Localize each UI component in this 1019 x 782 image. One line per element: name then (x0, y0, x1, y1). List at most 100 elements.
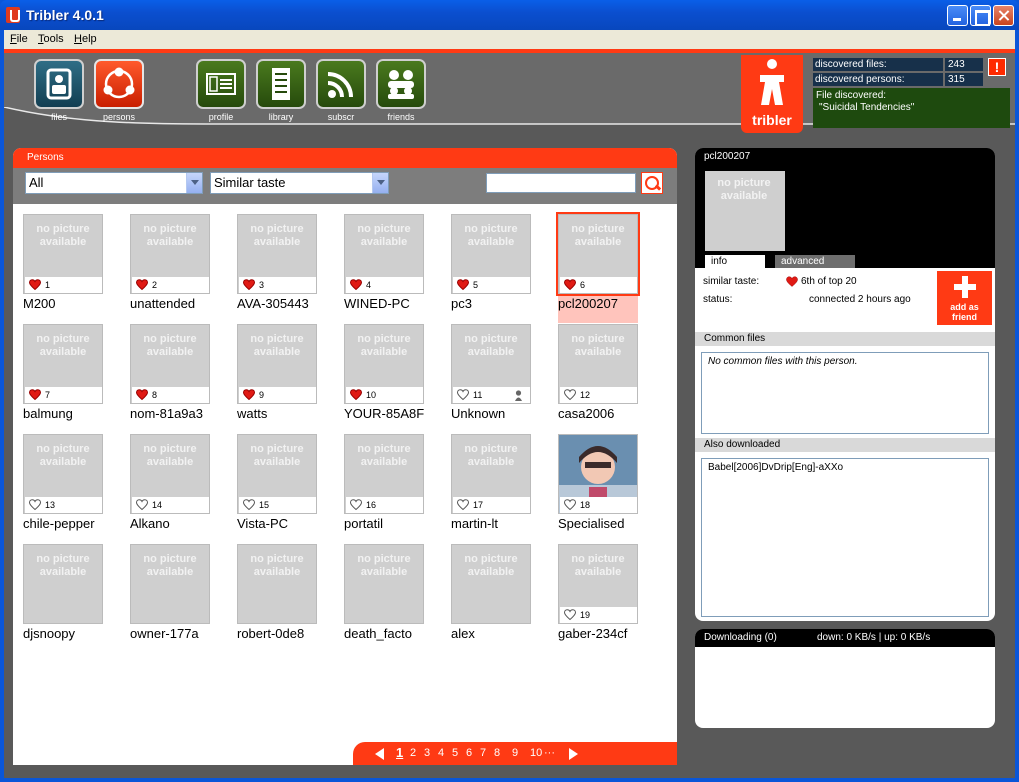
page-number[interactable]: 5 (452, 747, 458, 759)
common-files-list[interactable]: No common files with this person. (701, 352, 989, 434)
tab-info[interactable]: info (705, 255, 765, 268)
page-number[interactable]: 2 (410, 747, 416, 759)
person-name[interactable]: watts (237, 406, 335, 421)
person-tile[interactable]: no picture available 4 WINED-PC (344, 214, 444, 324)
subscriptions-button[interactable] (316, 59, 366, 109)
also-downloaded-list[interactable]: Babel[2006]DvDrip[Eng]-aXXo (701, 458, 989, 617)
close-button[interactable] (993, 5, 1014, 26)
person-tile[interactable]: no picture available 17 martin-lt (451, 434, 551, 544)
person-thumbnail[interactable]: no picture available 19 (558, 544, 638, 624)
person-tile[interactable]: 18 Specialised (558, 434, 658, 544)
person-name[interactable]: Vista-PC (237, 516, 335, 531)
search-input[interactable] (486, 173, 636, 193)
list-item[interactable]: Babel[2006]DvDrip[Eng]-aXXo (708, 462, 982, 473)
person-thumbnail[interactable]: no picture available 5 (451, 214, 531, 294)
person-name[interactable]: Alkano (130, 516, 228, 531)
page-number[interactable]: 6 (466, 747, 472, 759)
category-select[interactable]: All (25, 172, 203, 194)
person-tile[interactable]: no picture available robert-0de8 (237, 544, 337, 654)
person-name[interactable]: casa2006 (558, 406, 656, 421)
person-name[interactable]: Specialised (558, 516, 656, 531)
maximize-button[interactable] (970, 5, 991, 26)
page-number[interactable]: 3 (424, 747, 430, 759)
person-name[interactable]: WINED-PC (344, 296, 442, 311)
person-tile[interactable]: no picture available 12 casa2006 (558, 324, 658, 434)
chevron-down-icon[interactable] (372, 173, 388, 193)
menu-file[interactable]: File (10, 33, 28, 45)
person-name[interactable]: gaber-234cf (558, 626, 656, 641)
person-tile[interactable]: no picture available djsnoopy (23, 544, 123, 654)
friends-button[interactable] (376, 59, 426, 109)
person-tile[interactable]: no picture available 16 portatil (344, 434, 444, 544)
page-number[interactable]: 9 (512, 747, 518, 759)
person-thumbnail[interactable]: no picture available 11 (451, 324, 531, 404)
person-tile[interactable]: no picture available 15 Vista-PC (237, 434, 337, 544)
minimize-button[interactable] (947, 5, 968, 26)
alert-icon[interactable]: ! (988, 58, 1006, 76)
library-button[interactable] (256, 59, 306, 109)
more-pages[interactable]: ··· (544, 747, 555, 759)
person-thumbnail[interactable]: no picture available 8 (130, 324, 210, 404)
person-name[interactable]: djsnoopy (23, 626, 121, 641)
person-thumbnail[interactable]: no picture available 16 (344, 434, 424, 514)
page-number[interactable]: 4 (438, 747, 444, 759)
page-number[interactable]: 7 (480, 747, 486, 759)
person-name[interactable]: YOUR-85A8F (344, 406, 442, 421)
person-name[interactable]: alex (451, 626, 549, 641)
person-thumbnail[interactable]: no picture available 17 (451, 434, 531, 514)
person-thumbnail[interactable]: no picture available (130, 544, 210, 624)
person-thumbnail[interactable]: no picture available (344, 544, 424, 624)
person-name[interactable]: nom-81a9a3 (130, 406, 228, 421)
person-thumbnail[interactable]: no picture available 14 (130, 434, 210, 514)
person-tile[interactable]: no picture available death_facto (344, 544, 444, 654)
person-thumbnail[interactable]: no picture available 12 (558, 324, 638, 404)
menu-tools[interactable]: Tools (38, 33, 64, 45)
person-tile[interactable]: no picture available 19 gaber-234cf (558, 544, 658, 654)
previous-page-icon[interactable] (375, 748, 384, 760)
person-name[interactable]: balmung (23, 406, 121, 421)
person-thumbnail[interactable]: no picture available 13 (23, 434, 103, 514)
person-thumbnail[interactable]: no picture available 1 (23, 214, 103, 294)
person-thumbnail[interactable]: 18 (558, 434, 638, 514)
person-tile[interactable]: no picture available 11 Unknown (451, 324, 551, 434)
chevron-down-icon[interactable] (186, 173, 202, 193)
person-thumbnail[interactable]: no picture available 10 (344, 324, 424, 404)
person-tile[interactable]: no picture available 8 nom-81a9a3 (130, 324, 230, 434)
page-number[interactable]: 8 (494, 747, 500, 759)
search-icon[interactable] (641, 172, 663, 194)
person-name[interactable]: Unknown (451, 406, 549, 421)
person-tile[interactable]: no picture available owner-177a (130, 544, 230, 654)
add-as-friend-button[interactable]: add as friend (937, 271, 992, 325)
person-tile[interactable]: no picture available 6 pcl200207 (556, 212, 658, 324)
person-name[interactable]: chile-pepper (23, 516, 121, 531)
person-name[interactable]: M200 (23, 296, 121, 311)
person-tile[interactable]: no picture available 7 balmung (23, 324, 123, 434)
person-name[interactable]: robert-0de8 (237, 626, 335, 641)
page-number[interactable]: 1 (396, 745, 403, 760)
person-tile[interactable]: no picture available 14 Alkano (130, 434, 230, 544)
person-tile[interactable]: no picture available 5 pc3 (451, 214, 551, 324)
next-page-icon[interactable] (569, 748, 578, 760)
files-button[interactable] (34, 59, 84, 109)
sort-select[interactable]: Similar taste (210, 172, 389, 194)
person-tile[interactable]: no picture available 9 watts (237, 324, 337, 434)
menu-help[interactable]: Help (74, 33, 97, 45)
person-thumbnail[interactable]: no picture available 6 (556, 212, 640, 296)
person-name[interactable]: owner-177a (130, 626, 228, 641)
person-name[interactable]: pc3 (451, 296, 549, 311)
person-tile[interactable]: no picture available 2 unattended (130, 214, 230, 324)
person-thumbnail[interactable]: no picture available 3 (237, 214, 317, 294)
person-thumbnail[interactable]: no picture available (451, 544, 531, 624)
person-thumbnail[interactable]: no picture available (237, 544, 317, 624)
person-thumbnail[interactable]: no picture available 4 (344, 214, 424, 294)
person-thumbnail[interactable]: no picture available 15 (237, 434, 317, 514)
person-name[interactable]: unattended (130, 296, 228, 311)
person-tile[interactable]: no picture available 10 YOUR-85A8F (344, 324, 444, 434)
person-name[interactable]: portatil (344, 516, 442, 531)
page-number[interactable]: 10 (530, 747, 542, 759)
person-thumbnail[interactable]: no picture available 7 (23, 324, 103, 404)
person-name[interactable]: death_facto (344, 626, 442, 641)
tab-advanced[interactable]: advanced (775, 255, 855, 268)
person-tile[interactable]: no picture available 3 AVA-305443 (237, 214, 337, 324)
person-thumbnail[interactable]: no picture available (23, 544, 103, 624)
